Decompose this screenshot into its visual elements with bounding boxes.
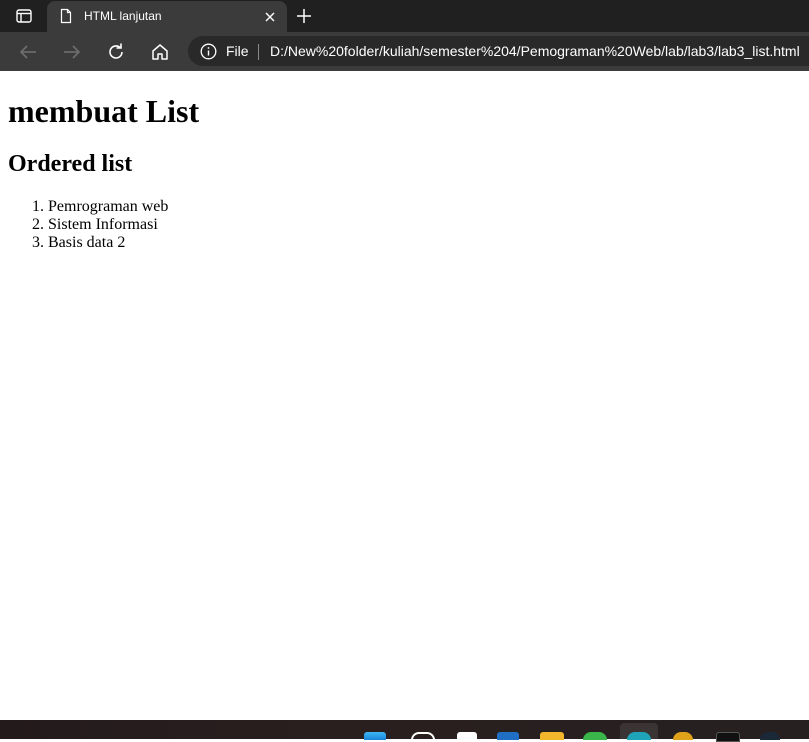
browser-toolbar: File D:/New%20folder/kuliah/semester%204…: [0, 32, 809, 71]
tab-strip: HTML lanjutan: [0, 0, 809, 32]
epic-games-icon[interactable]: [716, 732, 740, 742]
tab-title: HTML lanjutan: [84, 9, 162, 23]
tab-actions-icon[interactable]: [14, 8, 34, 24]
refresh-icon: [109, 43, 123, 59]
home-icon: [152, 44, 168, 60]
ordered-list: Pemrograman web Sistem Informasi Basis d…: [8, 198, 168, 252]
scheme-label: File: [226, 43, 249, 59]
info-icon[interactable]: [200, 43, 217, 60]
forward-button[interactable]: [61, 41, 83, 63]
new-tab-button[interactable]: [294, 6, 314, 26]
active-tab[interactable]: HTML lanjutan: [47, 1, 287, 32]
page-content: membuat List Ordered list Pemrograman we…: [0, 71, 809, 720]
list-item: Sistem Informasi: [48, 216, 168, 234]
list-item: Basis data 2: [48, 234, 168, 252]
page-icon: [58, 8, 74, 24]
close-icon[interactable]: [263, 9, 277, 23]
back-arrow-icon: [19, 45, 36, 59]
section-heading: Ordered list: [8, 151, 133, 177]
page-heading: membuat List: [8, 93, 200, 129]
address-separator: [258, 44, 259, 60]
url-text[interactable]: D:/New%20folder/kuliah/semester%204/Pemo…: [270, 43, 800, 59]
list-item: Pemrograman web: [48, 198, 168, 216]
back-button[interactable]: [17, 41, 39, 63]
taskbar: [0, 720, 809, 742]
address-bar[interactable]: File D:/New%20folder/kuliah/semester%204…: [188, 36, 809, 66]
refresh-button[interactable]: [105, 41, 127, 63]
plus-icon: [297, 9, 311, 23]
home-button[interactable]: [149, 41, 171, 63]
forward-arrow-icon: [64, 45, 81, 59]
